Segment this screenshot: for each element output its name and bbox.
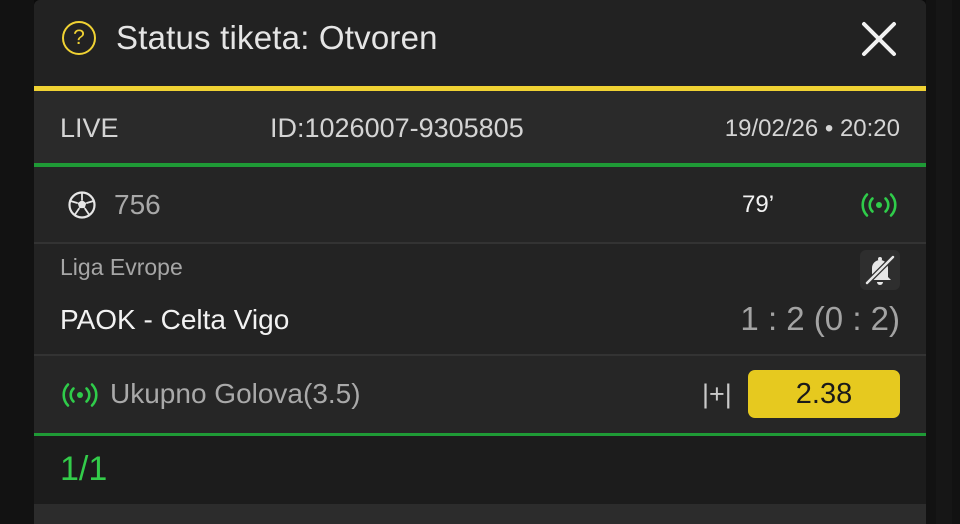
help-icon[interactable]: ? <box>62 21 96 55</box>
ticket-id: ID:1026007-9305805 <box>270 113 524 143</box>
ticket-summary-row: 1/1 <box>34 436 926 504</box>
matches-count: 1/1 <box>60 450 108 488</box>
match-score: 1 : 2 (0 : 2) <box>740 300 900 337</box>
ticket-info-row: LIVE ID:1026007-9305805 19/02/26 • 20:20 <box>34 91 926 163</box>
bet-market: Ukupno Golova(3.5) <box>110 378 361 409</box>
bet-selection-row: Ukupno Golova(3.5) |+| 2.38 <box>34 356 926 433</box>
bet-pick: |+| <box>702 379 732 409</box>
match-teams: PAOK - Celta Vigo <box>60 304 290 335</box>
live-broadcast-icon <box>62 383 98 407</box>
bottom-band <box>34 504 926 524</box>
scrollbar[interactable] <box>936 0 952 524</box>
league-name: Liga Evrope <box>60 254 183 280</box>
event-block: Liga Evrope PAOK - Celta Vigo 1 : 2 (0 :… <box>34 244 926 354</box>
soccer-ball-icon <box>68 191 96 219</box>
match-header-row: 756 79’ <box>34 167 926 242</box>
live-broadcast-icon <box>861 193 897 217</box>
modal-title: Status tiketa: Otvoren <box>116 19 438 56</box>
bell-off-icon[interactable] <box>860 250 900 290</box>
background-left <box>0 0 34 524</box>
modal-header: ? Status tiketa: Otvoren <box>34 0 926 86</box>
ticket-type-label: LIVE <box>60 113 119 143</box>
close-icon[interactable] <box>860 20 898 58</box>
odds-button[interactable]: 2.38 <box>748 370 900 418</box>
background-right <box>926 0 960 524</box>
ticket-datetime: 19/02/26 • 20:20 <box>724 115 900 142</box>
match-number: 756 <box>114 189 161 220</box>
ticket-status-modal: ? Status tiketa: Otvoren LIVE ID:1026007… <box>34 0 926 524</box>
match-minute: 79’ <box>742 191 775 218</box>
